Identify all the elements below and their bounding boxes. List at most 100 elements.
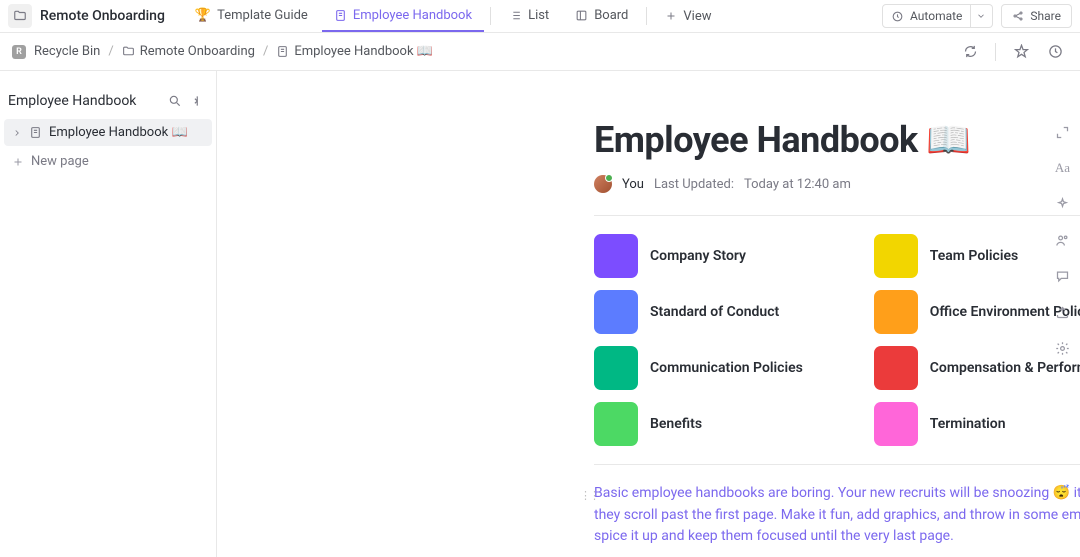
sparkle-icon — [1055, 197, 1070, 212]
card-title: Benefits — [650, 416, 702, 432]
plus-icon — [665, 10, 677, 22]
breadcrumb-badge[interactable]: R — [12, 45, 26, 59]
breadcrumb-label: Remote Onboarding — [140, 44, 255, 59]
card-title: Team Policies — [930, 248, 1018, 264]
card-color-square — [594, 346, 638, 390]
card-color-square — [594, 234, 638, 278]
doc-icon — [29, 126, 42, 139]
card-color-square — [874, 402, 918, 446]
sidebar-new-page[interactable]: New page — [0, 148, 216, 175]
search-icon[interactable] — [168, 94, 182, 108]
star-button[interactable] — [1008, 39, 1034, 65]
card-color-square — [874, 346, 918, 390]
body-paragraph[interactable]: ⋮⋮ Basic employee handbooks are boring. … — [594, 483, 1080, 548]
card-communication-policies[interactable]: Communication Policies — [594, 346, 846, 390]
card-title: Standard of Conduct — [650, 304, 779, 320]
tab-template-guide[interactable]: 🏆 Template Guide — [183, 0, 320, 32]
typography-button[interactable]: Aa — [1054, 159, 1072, 177]
card-grid: Company Story Team Policies Standard of Co… — [594, 234, 1080, 446]
card-title: Communication Policies — [650, 360, 803, 376]
comments-button[interactable] — [1054, 267, 1072, 285]
share-icon — [1012, 10, 1024, 22]
link-button[interactable] — [1054, 303, 1072, 321]
top-tabs: 🏆 Template Guide Employee Handbook List … — [183, 0, 724, 32]
doc-icon — [276, 45, 289, 58]
card-color-square — [874, 290, 918, 334]
card-color-square — [594, 402, 638, 446]
sidebar: Employee Handbook Employee Handbook 📖 Ne… — [0, 71, 217, 557]
new-page-label: New page — [31, 154, 89, 169]
card-color-square — [874, 234, 918, 278]
avatar[interactable] — [594, 175, 612, 193]
automate-button[interactable]: Automate — [882, 4, 971, 28]
meta-row: You Last Updated: Today at 12:40 am — [594, 175, 1080, 193]
breadcrumb-item[interactable]: Recycle Bin — [34, 44, 100, 59]
card-benefits[interactable]: Benefits — [594, 402, 846, 446]
workspace-name[interactable]: Remote Onboarding — [40, 8, 165, 24]
divider — [594, 215, 1080, 216]
breadcrumb-label: Recycle Bin — [34, 44, 100, 59]
folder-button[interactable] — [8, 4, 32, 28]
view-button[interactable]: View — [653, 9, 723, 24]
tab-separator — [646, 7, 647, 25]
breadcrumb-item[interactable]: Remote Onboarding — [122, 44, 255, 59]
history-button[interactable] — [1042, 39, 1068, 65]
card-title: Termination — [930, 416, 1006, 432]
folder-icon — [122, 45, 135, 58]
refresh-button[interactable] — [957, 39, 983, 65]
view-label: View — [683, 9, 711, 24]
tab-list[interactable]: List — [497, 0, 561, 32]
tab-separator — [490, 7, 491, 25]
share-button[interactable] — [1054, 231, 1072, 249]
settings-button[interactable] — [1054, 339, 1072, 357]
tab-label: Template Guide — [217, 8, 308, 23]
card-color-square — [594, 290, 638, 334]
author-name: You — [622, 177, 644, 192]
chevron-down-icon — [976, 11, 986, 21]
gear-icon — [1055, 341, 1070, 356]
list-icon — [509, 9, 522, 22]
body-text: Basic employee handbooks are boring. You… — [594, 485, 1080, 544]
automate-icon — [891, 10, 904, 23]
clock-icon — [1048, 44, 1063, 59]
tab-board[interactable]: Board — [563, 0, 640, 32]
chevron-right-icon — [12, 128, 22, 138]
main-content: Employee Handbook 📖 You Last Updated: To… — [217, 71, 1080, 557]
comment-icon — [1055, 269, 1070, 284]
automate-group: Automate — [882, 4, 993, 28]
expand-icon — [1055, 125, 1070, 140]
tab-employee-handbook[interactable]: Employee Handbook — [322, 0, 484, 32]
star-icon — [1014, 44, 1029, 59]
ai-button[interactable] — [1054, 195, 1072, 213]
plus-icon — [12, 156, 24, 168]
breadcrumb: R Recycle Bin / Remote Onboarding / Empl… — [0, 33, 1080, 71]
share-button[interactable]: Share — [1001, 4, 1072, 28]
sidebar-title: Employee Handbook — [8, 93, 136, 109]
right-rail: Aa — [1044, 71, 1080, 557]
page-title[interactable]: Employee Handbook 📖 — [594, 119, 1080, 161]
card-standard-of-conduct[interactable]: Standard of Conduct — [594, 290, 846, 334]
divider — [594, 464, 1080, 465]
breadcrumb-item-current[interactable]: Employee Handbook 📖 — [276, 44, 433, 59]
tab-label: List — [528, 8, 549, 23]
breadcrumb-separator: / — [263, 44, 268, 59]
breadcrumb-label: Employee Handbook 📖 — [294, 44, 433, 59]
drag-handle-icon[interactable]: ⋮⋮ — [580, 487, 598, 504]
tab-label: Board — [594, 8, 628, 23]
collapse-icon[interactable] — [192, 94, 206, 108]
card-title: Company Story — [650, 248, 746, 264]
automate-dropdown[interactable] — [970, 4, 993, 28]
share-label: Share — [1030, 9, 1061, 23]
trophy-icon: 🏆 — [195, 8, 211, 23]
expand-button[interactable] — [1054, 123, 1072, 141]
top-bar: Remote Onboarding 🏆 Template Guide Emplo… — [0, 0, 1080, 33]
updated-label: Last Updated: — [654, 177, 734, 192]
sidebar-item-label: Employee Handbook 📖 — [49, 125, 188, 140]
doc-icon — [334, 9, 347, 22]
automate-label: Automate — [910, 9, 962, 23]
refresh-icon — [963, 44, 978, 59]
separator — [995, 43, 996, 61]
sidebar-item-handbook[interactable]: Employee Handbook 📖 — [4, 119, 212, 146]
people-icon — [1055, 233, 1070, 248]
card-company-story[interactable]: Company Story — [594, 234, 846, 278]
